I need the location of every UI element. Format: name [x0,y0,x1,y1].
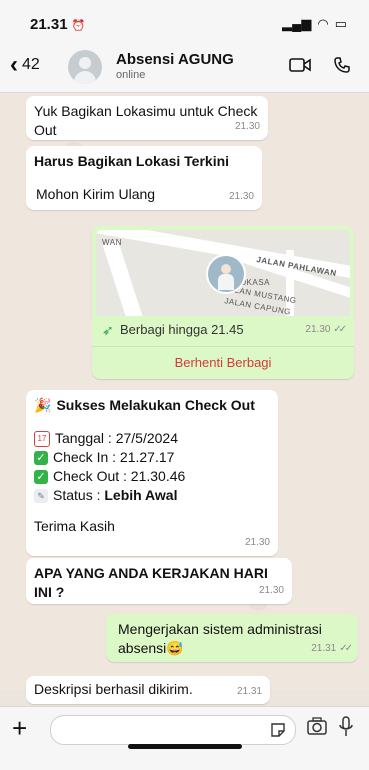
back-button[interactable]: ‹ 42 [10,51,40,78]
alarm-icon: ⏰ [71,20,86,32]
checkout-title: Sukses Melakukan Check Out [56,397,255,413]
check-in-value: Check In : 21.27.17 [53,449,175,465]
message-time: 21.31 [236,686,262,697]
message-time: 21.30 [228,191,254,202]
live-location-info: ➶ Berbagi hingga 21.45 21.30 ✓✓ [92,316,354,346]
live-location-icon: ➶ [102,322,114,338]
confirm-text: Deskripsi berhasil dikirim. [34,681,193,697]
question-text: APA YANG ANDA KERJAKAN HARI INI ? [34,565,268,600]
wifi-icon: ◠ [317,16,329,31]
video-call-icon[interactable] [289,56,311,74]
status-label: Status : [53,487,105,503]
reply-text: Mengerjakan sistem administrasi absensi😅 [118,621,322,656]
message-time: 21.30 [234,121,260,132]
notepad-icon: ✎ [34,488,48,503]
contact-status: online [116,69,146,81]
party-popper-icon: 🎉 [34,397,52,413]
camera-icon[interactable] [306,716,328,741]
microphone-icon[interactable] [338,715,354,744]
battery-icon: ▭ [334,16,347,31]
map-label: WAN [102,238,122,247]
message-input-wrapper[interactable] [50,715,296,745]
check-box-icon: ✓ [34,450,48,465]
live-location-bubble[interactable]: WAN JALAN PAHLAWAN JALAN MUSTANG JALAN C… [92,226,354,324]
message-title: Harus Bagikan Lokasi Terkini [34,153,230,169]
status-value: Lebih Awal [104,487,178,503]
contact-info[interactable]: Absensi AGUNG online [116,51,234,81]
thanks-text: Terima Kasih [34,518,115,534]
back-count: 42 [22,56,40,73]
status-row: ✎ Status : Lebih Awal [34,486,270,505]
status-icons: ▂▄▆ ◠ ▭ [282,16,347,32]
message-incoming[interactable]: Deskripsi berhasil dikirim. 21.31 [26,676,270,704]
plus-icon[interactable]: + [12,713,27,744]
date-row: 17 Tanggal : 27/5/2024 [34,429,270,448]
check-box-icon: ✓ [34,469,48,484]
message-incoming[interactable]: APA YANG ANDA KERJAKAN HARI INI ? 21.30 [26,558,292,604]
message-time: 21.30 ✓✓ [305,324,347,335]
chat-header: ‹ 42 Absensi AGUNG online [0,44,369,93]
avatar[interactable] [68,50,102,84]
check-out-row: ✓ Check Out : 21.30.46 [34,467,270,486]
phone-call-icon[interactable] [333,56,351,74]
message-outgoing[interactable]: Mengerjakan sistem administrasi absensi😅… [106,614,358,662]
message-time: 21.30 [258,585,284,596]
message-text: Yuk Bagikan Lokasimu untuk Check Out [34,103,258,138]
home-indicator[interactable] [128,744,242,749]
checkout-title-row: 🎉 Sukses Melakukan Check Out [34,396,270,415]
chevron-left-icon: ‹ [10,51,18,78]
signal-icon: ▂▄▆ [282,16,312,31]
sticker-icon[interactable] [269,721,287,744]
status-time: 21.31 ⏰ [30,16,86,33]
stop-sharing-button[interactable]: Berhenti Berbagi [92,346,354,379]
chat-screen: 21.31 ⏰ ▂▄▆ ◠ ▭ ‹ 42 Absensi AGUNG onlin… [0,0,369,770]
message-time: 21.30 [244,537,270,548]
message-time: 21.31 ✓✓ [311,639,353,658]
message-incoming[interactable]: 🎉 Sukses Melakukan Check Out 17 Tanggal … [26,390,278,556]
location-map[interactable]: WAN JALAN PAHLAWAN JALAN MUSTANG JALAN C… [96,230,350,320]
double-check-icon: ✓✓ [339,643,353,654]
calendar-icon: 17 [34,430,50,447]
contact-name: Absensi AGUNG [116,51,234,68]
status-bar: 21.31 ⏰ ▂▄▆ ◠ ▭ [0,0,369,44]
check-out-value: Check Out : 21.30.46 [53,468,186,484]
message-incoming[interactable]: Harus Bagikan Lokasi Terkini Mohon Kirim… [26,146,262,210]
message-input[interactable] [61,721,265,738]
share-until-text: Berbagi hingga 21.45 [120,322,244,337]
check-in-row: ✓ Check In : 21.27.17 [34,448,270,467]
checkout-date: Tanggal : 27/5/2024 [55,430,178,446]
location-avatar [206,254,246,294]
message-text: Mohon Kirim Ulang [36,186,156,202]
message-incoming[interactable]: Yuk Bagikan Lokasimu untuk Check Out 21.… [26,96,268,140]
composer-bar: + [0,706,369,770]
double-check-icon: ✓✓ [333,324,347,335]
